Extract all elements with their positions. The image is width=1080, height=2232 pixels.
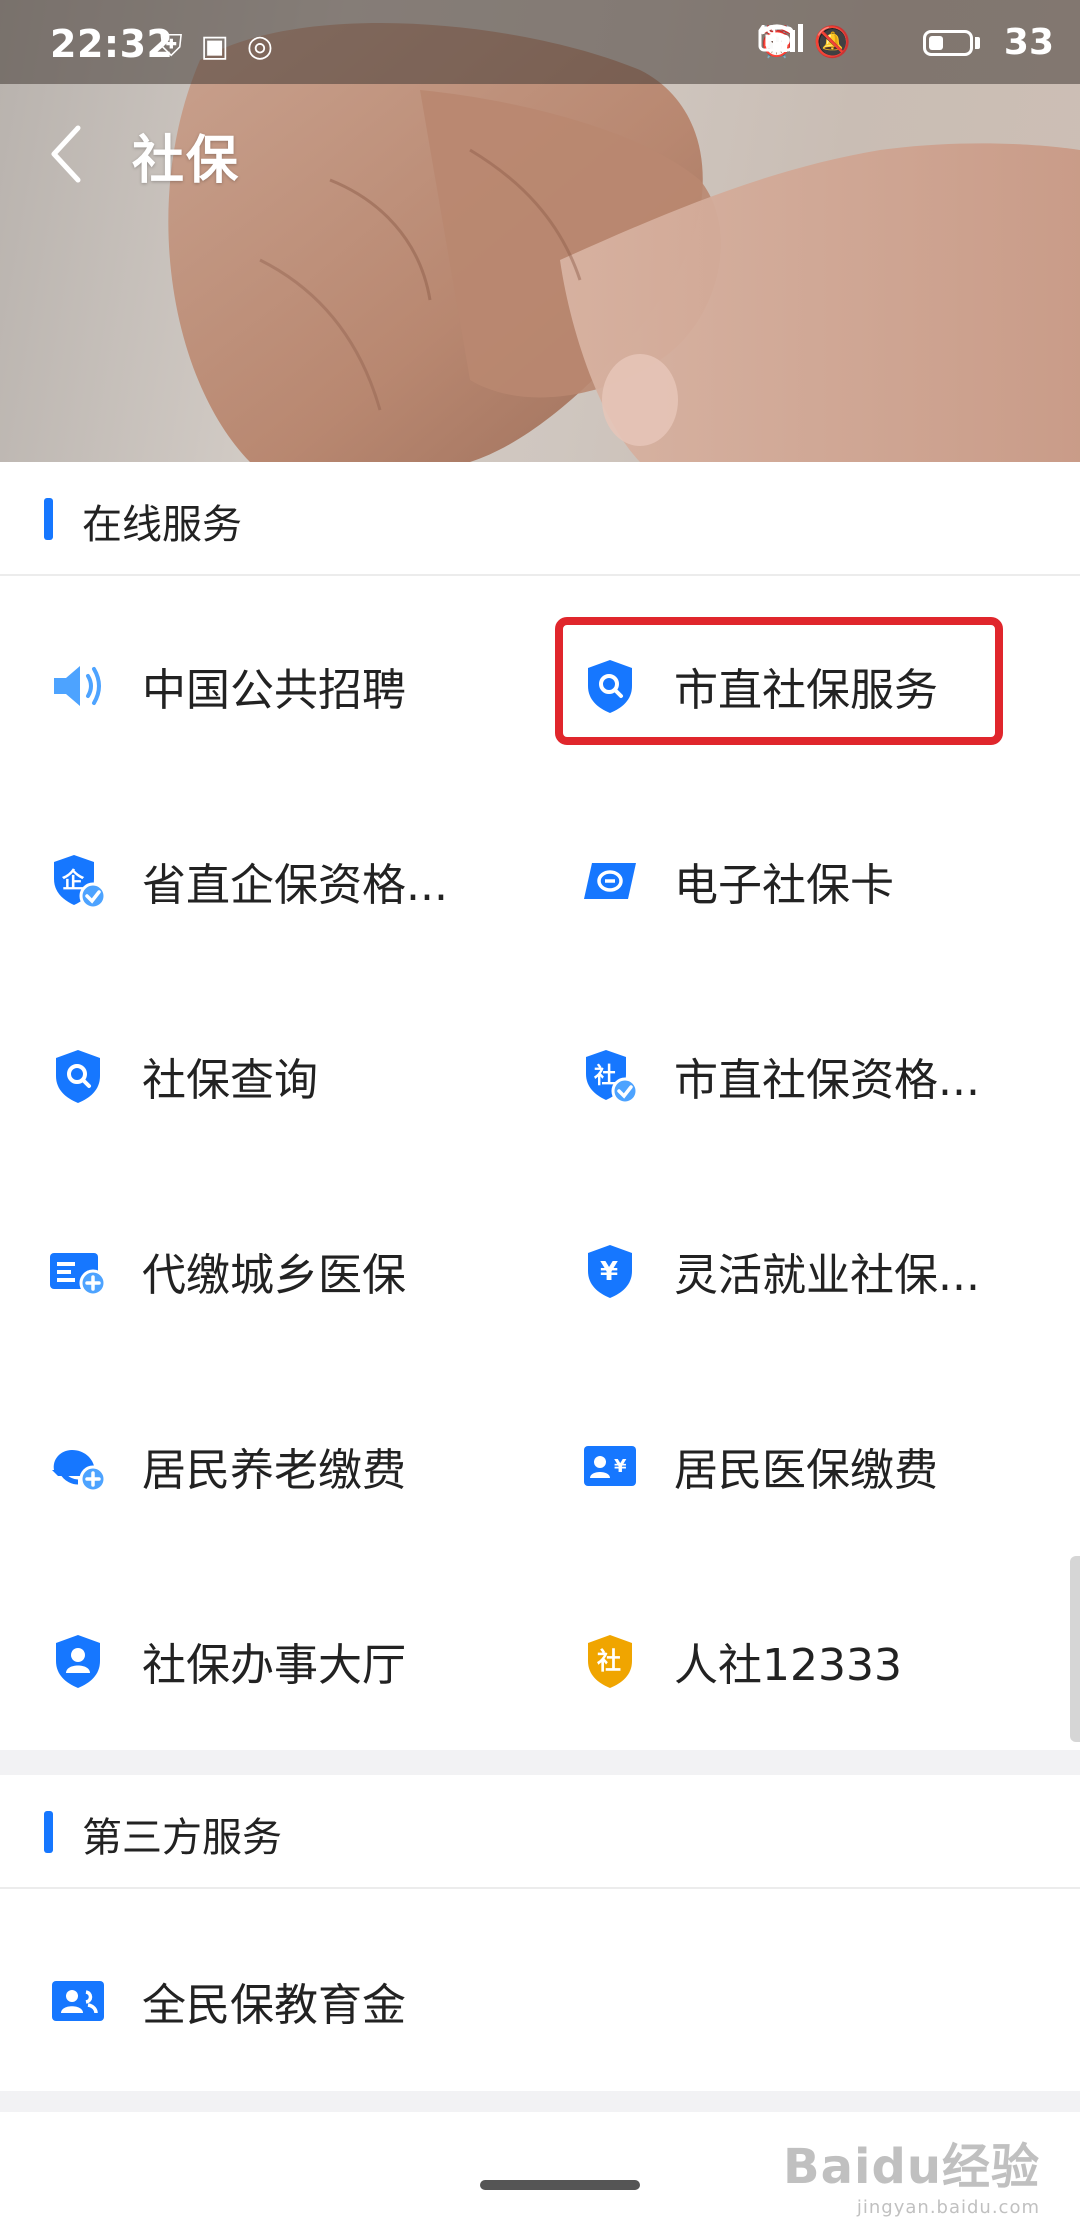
shield-user-icon	[56, 1635, 100, 1688]
navigation-bar: Baidu经验 jingyan.baidu.com	[0, 2112, 1080, 2232]
section-header: 第三方服务	[0, 1775, 1080, 1889]
scrollbar[interactable]	[1070, 1556, 1080, 1742]
cloud-plus-icon	[52, 1450, 107, 1493]
service-item-label: 全民保教育金	[142, 1980, 406, 2031]
service-item-label: 代缴城乡医保	[142, 1250, 406, 1301]
service-item-label: 省直企保资格...	[142, 860, 448, 911]
battery-percent: 33	[1003, 22, 1054, 63]
service-item-label: 灵活就业社保...	[674, 1250, 980, 1301]
service-item-flexible-employment[interactable]: ¥ 灵活就业社保...	[540, 1201, 1040, 1341]
home-indicator[interactable]	[480, 2180, 640, 2190]
section-accent-bar	[44, 498, 53, 540]
service-item-label: 人社12333	[674, 1640, 902, 1691]
speaker-icon	[54, 666, 101, 706]
hotspot-status-icon: ◎	[246, 29, 274, 64]
watermark-main: Baidu经验	[783, 2139, 1040, 2195]
battery-icon	[922, 29, 980, 56]
service-item-service-hall[interactable]: 社保办事大厅	[0, 1591, 500, 1731]
watermark: Baidu经验 jingyan.baidu.com	[783, 2127, 1040, 2218]
service-item-resident-medical[interactable]: ¥ 居民医保缴费	[540, 1396, 1040, 1536]
service-item-label: 电子社保卡	[674, 860, 894, 911]
shield-she-icon: 社	[588, 1635, 632, 1688]
service-item-public-recruitment[interactable]: 中国公共招聘	[0, 616, 500, 756]
card-plus-icon	[50, 1253, 107, 1297]
card-icon	[584, 863, 636, 899]
shield-search-icon	[56, 1050, 100, 1103]
svg-text:社: 社	[597, 1647, 621, 1675]
watermark-sub: jingyan.baidu.com	[856, 2197, 1040, 2218]
header-hero: 22:32 ⛨ ▣ ◎ ⏰ 🔕 4G HD 33	[0, 0, 1080, 462]
service-item-education-fund[interactable]: 全民保教育金	[0, 1931, 500, 2071]
service-item-label: 中国公共招聘	[142, 665, 406, 716]
service-item-social-security-query[interactable]: 社保查询	[0, 1006, 500, 1146]
online-services-section: 在线服务 中国公共招聘 市直社保服务 企 省直企保资格... 电子社保卡 社保查…	[0, 462, 1080, 1750]
svg-text:社: 社	[594, 1063, 616, 1089]
status-bar: 22:32 ⛨ ▣ ◎ ⏰ 🔕 4G HD 33	[0, 0, 1080, 84]
service-item-resident-pension[interactable]: 居民养老缴费	[0, 1396, 500, 1536]
service-item-city-qualification[interactable]: 社 市直社保资格...	[540, 1006, 1040, 1146]
back-button[interactable]	[40, 118, 96, 190]
service-item-label: 社保办事大厅	[142, 1640, 406, 1691]
section-accent-bar	[44, 1811, 53, 1853]
svg-text:HD: HD	[764, 31, 791, 50]
service-item-provincial-qualification[interactable]: 企 省直企保资格...	[0, 811, 500, 951]
users-card-icon	[52, 1981, 104, 2021]
shield-yuan-icon: ¥	[588, 1245, 632, 1298]
section-title: 在线服务	[82, 502, 242, 548]
service-item-electronic-card[interactable]: 电子社保卡	[540, 811, 1040, 951]
service-item-label: 市直社保资格...	[674, 1055, 980, 1106]
service-item-label: 居民养老缴费	[142, 1445, 406, 1496]
service-item-label: 市直社保服务	[674, 665, 938, 716]
id-card-icon: ¥	[584, 1446, 636, 1486]
image-status-icon: ▣	[200, 29, 229, 64]
section-header: 在线服务	[0, 462, 1080, 576]
shield-yuan-status-icon: ⛨	[160, 29, 183, 64]
service-item-urban-rural-medical[interactable]: 代缴城乡医保	[0, 1201, 500, 1341]
service-item-hotline-12333[interactable]: 社 人社12333	[540, 1591, 1040, 1731]
service-item-label: 居民医保缴费	[674, 1445, 938, 1496]
section-title: 第三方服务	[82, 1815, 282, 1861]
status-time: 22:32	[50, 22, 174, 66]
svg-text:¥: ¥	[614, 1456, 627, 1477]
service-item-city-social-security[interactable]: 市直社保服务	[540, 616, 1040, 756]
mute-icon: 🔕	[813, 24, 851, 60]
back-arrow-icon	[51, 125, 81, 183]
shield-check-icon: 企	[54, 855, 107, 910]
shield-search-icon	[588, 660, 632, 713]
third-party-section: 第三方服务 全民保教育金	[0, 1775, 1080, 2091]
shield-check-icon: 社	[586, 1050, 639, 1105]
svg-text:¥: ¥	[600, 1257, 618, 1287]
top-bar: 社保	[0, 84, 1080, 224]
service-item-label: 社保查询	[142, 1055, 318, 1106]
page-title: 社保	[132, 131, 241, 191]
